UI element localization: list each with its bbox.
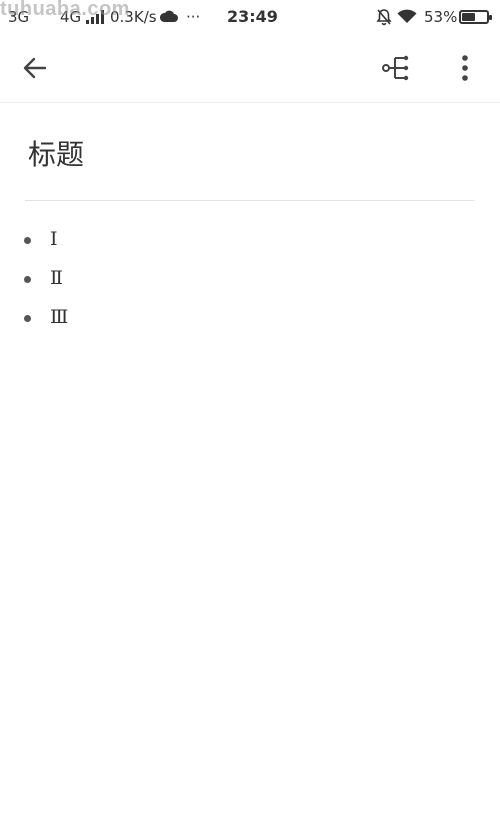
bell-muted-icon — [376, 8, 392, 30]
list-item-text[interactable]: Ⅰ — [50, 228, 58, 250]
list-item-text[interactable]: Ⅲ — [50, 306, 68, 328]
note-title[interactable]: 标题 — [28, 133, 84, 173]
more-vert-icon — [462, 55, 468, 81]
app-toolbar — [0, 34, 500, 103]
status-bar: 3G 4G 0.3K/s ··· 23:49 53% tuhuaba.com — [0, 0, 500, 34]
battery-icon — [459, 10, 492, 24]
bullet-icon — [24, 276, 31, 283]
title-divider — [25, 200, 475, 201]
more-notifications: ··· — [186, 8, 201, 26]
list-item-text[interactable]: Ⅱ — [50, 267, 63, 289]
mind-map-icon — [382, 55, 409, 81]
battery-percent: 53% — [424, 8, 458, 26]
bullet-icon — [24, 315, 31, 322]
bullet-icon — [24, 237, 31, 244]
cloud-icon — [159, 9, 178, 27]
back-button[interactable] — [15, 48, 55, 88]
back-arrow-icon — [23, 57, 47, 79]
mind-map-button[interactable] — [376, 48, 416, 88]
clock: 23:49 — [227, 7, 278, 26]
watermark: tuhuaba.com — [0, 0, 130, 20]
wifi-icon — [397, 9, 417, 28]
more-options-button[interactable] — [445, 48, 485, 88]
